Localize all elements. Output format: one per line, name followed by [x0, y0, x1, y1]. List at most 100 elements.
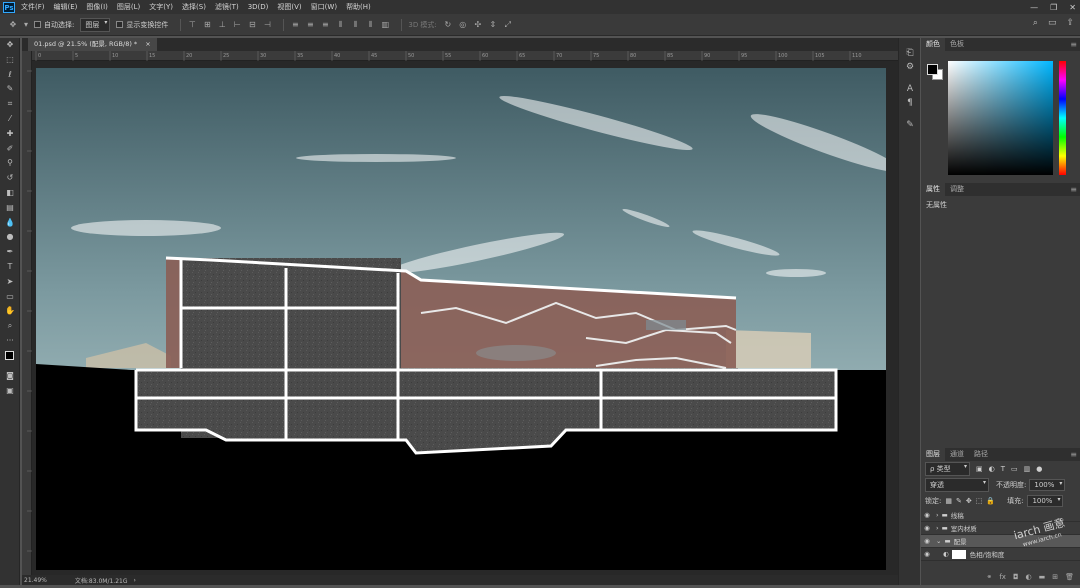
auto-align-icon[interactable]: ▥ — [380, 20, 390, 30]
move-tool-icon[interactable]: ✥ — [8, 20, 18, 30]
filter-type-icon[interactable]: T — [1001, 465, 1005, 473]
tab-color[interactable]: 颜色 — [921, 38, 945, 51]
eyedropper-tool-icon[interactable]: ⁄ — [0, 112, 20, 127]
tab-layers[interactable]: 图层 — [921, 448, 945, 461]
distribute-right-icon[interactable]: ⦀ — [365, 20, 375, 30]
menu-view[interactable]: 视图(V) — [277, 2, 301, 12]
chevron-right-icon[interactable]: › — [936, 524, 939, 532]
chevron-down-icon[interactable]: ⌄ — [936, 537, 941, 545]
lock-pixels-icon[interactable]: ✎ — [956, 497, 962, 505]
dodge-tool-icon[interactable]: ● — [0, 230, 20, 245]
panel-menu-icon[interactable]: ≡ — [1070, 448, 1077, 461]
distribute-hcenter-icon[interactable]: ⦀ — [350, 20, 360, 30]
path-select-tool-icon[interactable]: ➤ — [0, 275, 20, 290]
close-icon[interactable]: × — [145, 40, 150, 48]
tab-adjustments[interactable]: 调整 — [945, 183, 969, 196]
quick-mask-icon[interactable]: ◙ — [0, 369, 20, 384]
3d-scale-icon[interactable]: ⤢ — [503, 20, 513, 30]
align-bottom-icon[interactable]: ⊥ — [217, 20, 227, 30]
align-top-icon[interactable]: ⊤ — [187, 20, 197, 30]
color-field[interactable] — [948, 61, 1053, 175]
link-layers-icon[interactable]: ⚭ — [986, 573, 992, 585]
close-button[interactable]: ✕ — [1069, 3, 1076, 12]
screen-mode-icon[interactable]: ▣ — [0, 384, 20, 399]
menu-window[interactable]: 窗口(W) — [311, 2, 337, 12]
eye-icon[interactable]: ◉ — [921, 550, 933, 558]
align-left-icon[interactable]: ⊢ — [232, 20, 242, 30]
more-tools-icon[interactable]: ··· — [0, 334, 20, 349]
lock-all-icon[interactable]: 🔒 — [986, 497, 995, 505]
filter-pixel-icon[interactable]: ▣ — [976, 465, 983, 473]
marquee-tool-icon[interactable]: ⬚ — [0, 53, 20, 68]
restore-button[interactable]: ❐ — [1050, 3, 1057, 12]
pen-tool-icon[interactable]: ✒ — [0, 245, 20, 260]
menu-type[interactable]: 文字(Y) — [149, 2, 173, 12]
eye-icon[interactable]: ◉ — [921, 537, 933, 545]
align-vcenter-icon[interactable]: ⊞ — [202, 20, 212, 30]
zoom-tool-icon[interactable]: ⌕ — [0, 319, 20, 334]
panel-menu-icon[interactable]: ≡ — [1070, 38, 1077, 51]
quick-select-tool-icon[interactable]: ✎ — [0, 82, 20, 97]
distribute-bottom-icon[interactable]: ≡ — [320, 20, 330, 30]
3d-pan-icon[interactable]: ✣ — [473, 20, 483, 30]
opacity-input[interactable]: 100% — [1029, 479, 1066, 491]
share-icon[interactable]: ⇪ — [1066, 18, 1074, 28]
auto-select-checkbox[interactable] — [34, 21, 41, 28]
document-tab[interactable]: 01.psd @ 21.5% (配景, RGB/8) * × — [28, 38, 157, 51]
menu-filter[interactable]: 滤镜(T) — [215, 2, 239, 12]
filter-adjust-icon[interactable]: ◐ — [989, 465, 995, 473]
3d-roll-icon[interactable]: ◎ — [458, 20, 468, 30]
filter-smart-icon[interactable]: ▥ — [1024, 465, 1031, 473]
show-transform-checkbox[interactable] — [116, 21, 124, 28]
align-right-icon[interactable]: ⊣ — [262, 20, 272, 30]
chevron-right-icon[interactable]: › — [133, 577, 135, 584]
lasso-tool-icon[interactable]: ℓ — [0, 68, 20, 83]
move-tool-icon[interactable]: ✥ — [0, 38, 20, 53]
hand-tool-icon[interactable]: ✋ — [0, 304, 20, 319]
blend-mode-dropdown[interactable]: 穿透 — [925, 478, 989, 492]
lock-position-icon[interactable]: ✥ — [966, 497, 972, 505]
distribute-vcenter-icon[interactable]: ≡ — [305, 20, 315, 30]
lock-artboard-icon[interactable]: ⬚ — [976, 497, 983, 505]
fill-input[interactable]: 100% — [1027, 495, 1064, 507]
lock-transparent-icon[interactable]: ▦ — [945, 497, 952, 505]
type-tool-icon[interactable]: T — [0, 260, 20, 275]
chevron-down-icon[interactable]: ▾ — [23, 20, 29, 30]
tab-channels[interactable]: 通道 — [945, 448, 969, 461]
brush-settings-icon[interactable]: ✎ — [899, 118, 921, 132]
eraser-tool-icon[interactable]: ◧ — [0, 186, 20, 201]
fx-icon[interactable]: fx — [999, 573, 1006, 585]
menu-edit[interactable]: 编辑(E) — [54, 2, 78, 12]
panel-menu-icon[interactable]: ≡ — [1070, 183, 1077, 196]
tab-paths[interactable]: 路径 — [969, 448, 993, 461]
crop-tool-icon[interactable]: ⌗ — [0, 97, 20, 112]
filter-shape-icon[interactable]: ▭ — [1011, 465, 1018, 473]
menu-3d[interactable]: 3D(D) — [248, 3, 269, 11]
character-icon[interactable]: A — [899, 82, 921, 96]
history-brush-tool-icon[interactable]: ↺ — [0, 171, 20, 186]
healing-brush-tool-icon[interactable]: ✚ — [0, 127, 20, 142]
adjustments-icon[interactable]: ⚙ — [899, 60, 921, 74]
3d-slide-icon[interactable]: ⇕ — [488, 20, 498, 30]
tab-swatches[interactable]: 色板 — [945, 38, 969, 51]
eye-icon[interactable]: ◉ — [921, 511, 933, 519]
3d-rotate-icon[interactable]: ↻ — [443, 20, 453, 30]
distribute-top-icon[interactable]: ≡ — [290, 20, 300, 30]
shape-tool-icon[interactable]: ▭ — [0, 290, 20, 305]
tab-properties[interactable]: 属性 — [921, 183, 945, 196]
search-icon[interactable]: ⌕ — [1033, 18, 1038, 28]
auto-select-dropdown[interactable]: 图层 — [80, 17, 111, 32]
minimize-button[interactable]: — — [1030, 3, 1038, 12]
hue-slider[interactable] — [1059, 61, 1066, 175]
document-image[interactable] — [36, 68, 886, 570]
filter-toggle-icon[interactable]: ● — [1036, 465, 1042, 473]
foreground-color-swatch[interactable] — [927, 64, 938, 75]
layer-filter-dropdown[interactable]: ρ 类型 — [925, 462, 970, 476]
menu-select[interactable]: 选择(S) — [182, 2, 206, 12]
paragraph-icon[interactable]: ¶ — [899, 96, 921, 110]
distribute-left-icon[interactable]: ⦀ — [335, 20, 345, 30]
chevron-right-icon[interactable]: › — [936, 511, 939, 519]
eye-icon[interactable]: ◉ — [921, 524, 933, 532]
layer-mask-thumbnail[interactable] — [951, 549, 966, 559]
menu-file[interactable]: 文件(F) — [21, 2, 45, 12]
